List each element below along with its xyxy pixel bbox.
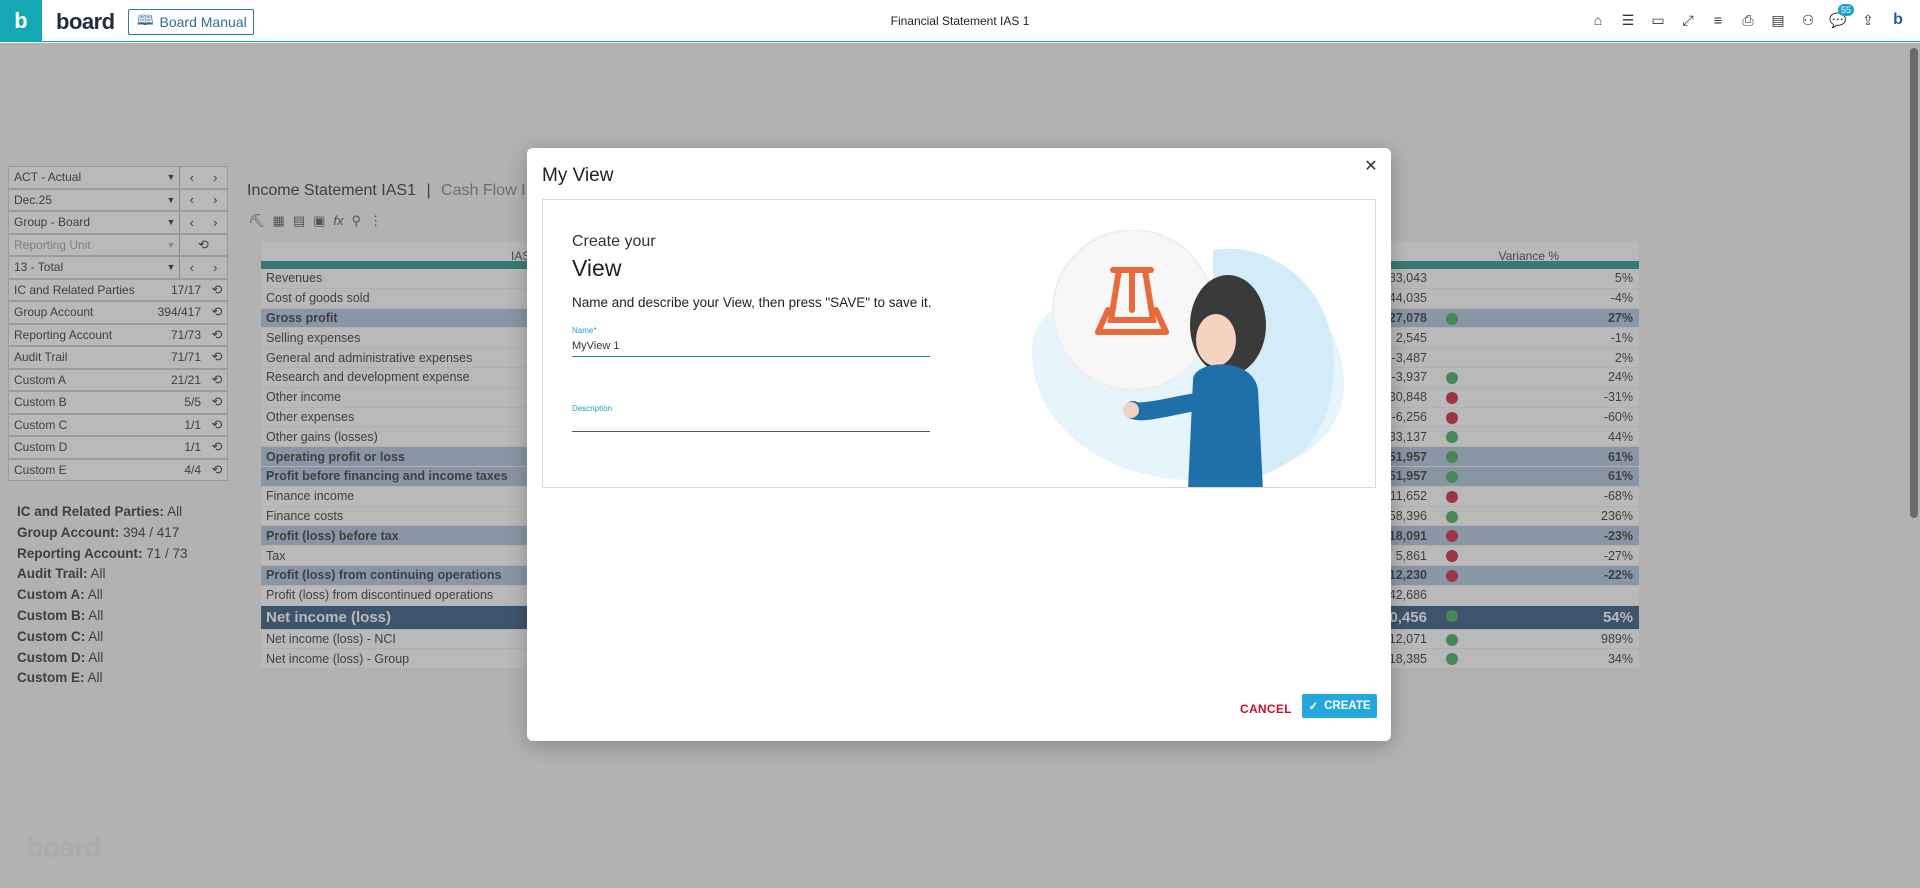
create-button-label: CREATE <box>1324 700 1371 712</box>
dialog-heading-big: View <box>572 255 622 281</box>
name-field-label: Name* <box>572 326 597 335</box>
network-icon[interactable]: ⚇ <box>1798 10 1818 30</box>
create-button[interactable]: ✓ CREATE <box>1302 694 1377 718</box>
expand-icon[interactable]: ⤢ <box>1678 10 1698 30</box>
scrollbar[interactable] <box>1910 48 1918 518</box>
snapshot-icon[interactable]: ⎙ <box>1738 10 1758 30</box>
my-view-dialog: My View ✕ Create your View Name and desc… <box>527 148 1391 741</box>
dialog-content: Create your View Name and describe your … <box>542 199 1376 488</box>
chat-count-badge: 55 <box>1837 4 1854 16</box>
board-manual-label: Board Manual <box>159 14 247 30</box>
layout-icon[interactable]: ☰ <box>1618 10 1638 30</box>
screen-icon[interactable]: ▭ <box>1648 10 1668 30</box>
comment-icon[interactable]: ▤ <box>1768 10 1788 30</box>
create-view-illustration <box>1032 230 1344 487</box>
top-toolbar: ⌂ ☰ ▭ ⤢ ≡ ⎙ ▤ ⚇ 💬 55 ⇪ b <box>1588 4 1908 30</box>
menu-icon[interactable]: ≡ <box>1708 10 1728 30</box>
board-manual-button[interactable]: 🕮 Board Manual <box>128 9 254 35</box>
app-logo[interactable]: b <box>0 0 42 42</box>
cancel-button[interactable]: CANCEL <box>1240 702 1292 716</box>
profile-icon[interactable]: b <box>1888 10 1908 30</box>
name-field[interactable] <box>572 335 930 357</box>
upload-icon[interactable]: ⇪ <box>1858 10 1878 30</box>
dialog-title: My View <box>542 165 614 186</box>
dialog-heading-small: Create your <box>572 233 656 250</box>
close-icon[interactable]: ✕ <box>1361 156 1381 176</box>
dialog-description: Name and describe your View, then press … <box>572 295 932 310</box>
chat-icon[interactable]: 💬 55 <box>1828 4 1854 30</box>
description-field[interactable] <box>572 410 930 432</box>
check-icon: ✓ <box>1308 701 1319 713</box>
brand-logo: board <box>56 9 115 34</box>
book-icon: 🕮 <box>137 12 154 28</box>
top-bar: b board 🕮 Board Manual Financial Stateme… <box>0 0 1920 42</box>
home-icon[interactable]: ⌂ <box>1588 10 1608 30</box>
